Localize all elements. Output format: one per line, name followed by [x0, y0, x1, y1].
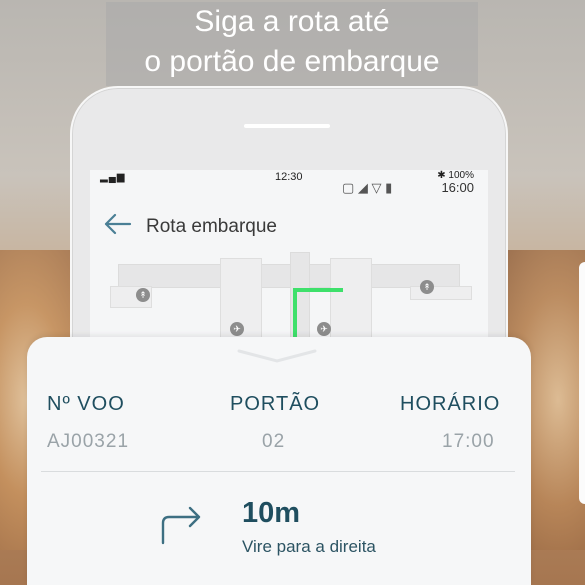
status-bar: ▂▄▆ 12:30 ✱ 100% ▢ ◢ ▽ ▮ 16:00 [90, 170, 488, 200]
app-bar-title: Rota embarque [146, 216, 277, 237]
map-poi-icon[interactable]: ✈ [317, 322, 331, 336]
turn-right-arrow-icon [159, 501, 205, 550]
distance-value: 10m [242, 497, 301, 529]
arrow-left-icon[interactable] [102, 212, 132, 241]
signal-wifi-indicator: ▂▄▆ [100, 172, 126, 183]
status-icons: ▢ ◢ ▽ ▮ [342, 180, 393, 195]
app-bar: Rota embarque [90, 206, 488, 246]
map-corridor [118, 264, 460, 288]
onboarding-headline: Siga a rota até o portão de embarque [106, 2, 478, 86]
divider [41, 471, 515, 472]
status-clock: 16:00 [441, 180, 474, 195]
headline-line-1: Siga a rota até [194, 5, 390, 38]
map-poi-icon[interactable]: ✈ [230, 322, 244, 336]
flight-number-label: Nº VOO [47, 393, 125, 415]
turn-instruction: Vire para a direita [242, 537, 376, 556]
map-poi-icon[interactable]: ↟ [420, 280, 434, 294]
flight-number-value: AJ00321 [47, 431, 130, 452]
map-poi-icon[interactable]: ↟ [136, 288, 150, 302]
gate-label: PORTÃO [230, 393, 321, 415]
time-value: 17:00 [442, 431, 495, 452]
phone-speaker [244, 124, 330, 128]
time-label: HORÁRIO [400, 393, 501, 415]
adjacent-card-edge [579, 262, 585, 504]
gate-value: 02 [262, 431, 286, 452]
headline-line-2: o portão de embarque [144, 45, 440, 78]
flight-bottom-sheet: Nº VOO PORTÃO HORÁRIO AJ00321 02 17:00 1… [27, 337, 531, 585]
chevron-down-icon[interactable] [237, 347, 317, 370]
status-time: 12:30 [275, 171, 303, 183]
